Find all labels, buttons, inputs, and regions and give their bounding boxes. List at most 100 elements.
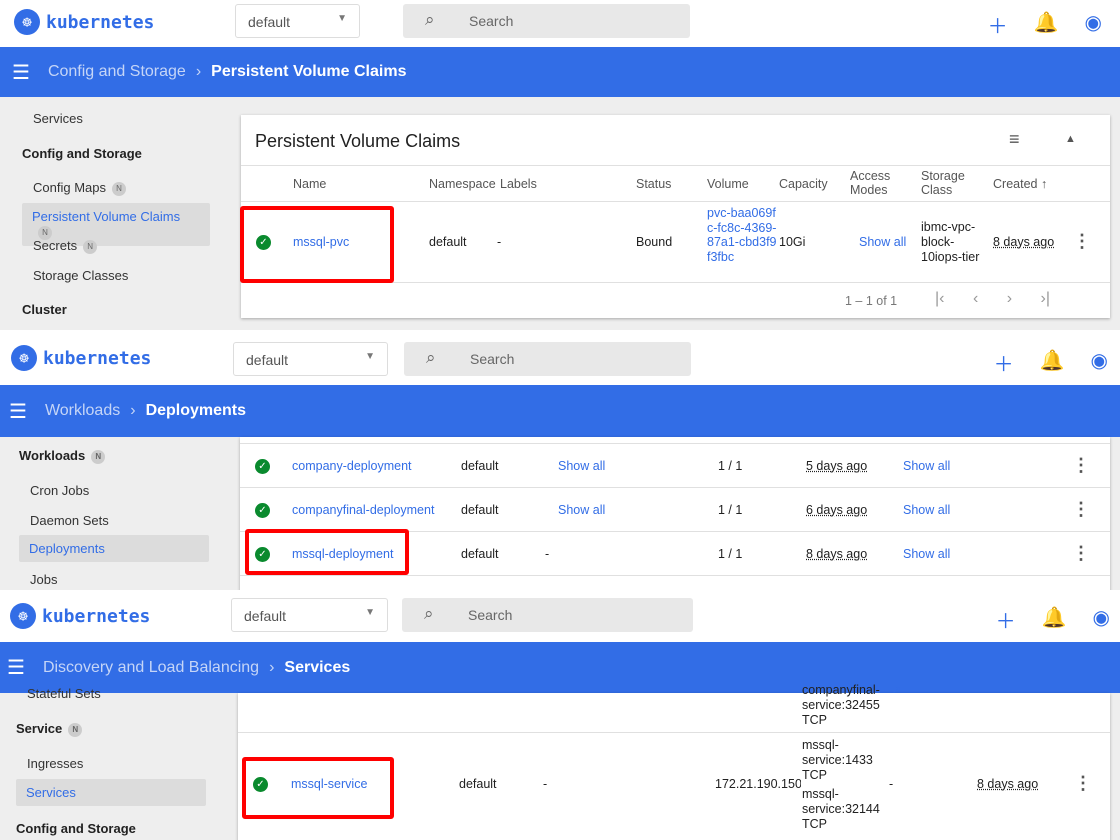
images-show-all[interactable]: Show all — [903, 547, 950, 561]
next-page-icon[interactable]: › — [1007, 290, 1012, 307]
search-input[interactable]: ⌕ Search — [403, 4, 690, 38]
more-vert-icon[interactable]: ⋮ — [1072, 543, 1090, 564]
namespace-value: default — [246, 352, 289, 368]
helm-wheel-icon: ☸ — [10, 603, 36, 629]
internal-endpoint: mssql-service:32144 TCP — [802, 787, 880, 831]
pagination-controls: |‹ ‹ › ›| — [935, 290, 1050, 308]
labels-show-all[interactable]: Show all — [558, 459, 605, 473]
column-header-capacity[interactable]: Capacity — [779, 177, 828, 191]
capacity-cell: 10Gi — [779, 235, 806, 249]
sidebar-heading-cluster[interactable]: Cluster — [22, 302, 67, 317]
sidebar-item-stateful-sets[interactable]: Stateful Sets — [27, 686, 101, 701]
breadcrumb-parent[interactable]: Workloads — [45, 402, 120, 420]
last-page-icon[interactable]: ›| — [1041, 290, 1050, 307]
sidebar-item-secrets[interactable]: Secrets N — [33, 238, 98, 254]
images-show-all[interactable]: Show all — [903, 459, 950, 473]
deployment-name-link[interactable]: companyfinal-deployment — [292, 503, 434, 517]
prev-page-icon[interactable]: ‹ — [973, 290, 978, 307]
card-title: Persistent Volume Claims — [255, 131, 461, 151]
menu-icon[interactable]: ☰ — [9, 399, 27, 424]
sidebar-heading-config-storage[interactable]: Config and Storage — [16, 821, 136, 836]
menu-icon[interactable]: ☰ — [12, 60, 30, 85]
chevron-right-icon: › — [269, 658, 275, 676]
sidebar-item-deployments[interactable]: Deployments — [19, 535, 209, 562]
external-endpoints-cell: - — [889, 777, 894, 791]
top-bar: ☸ kubernetes default ▼ ⌕ Search ＋ 🔔 ◉ — [0, 332, 1120, 385]
brand-name: kubernetes — [43, 347, 152, 369]
sidebar-heading-workloads[interactable]: Workloads N — [19, 448, 106, 464]
add-icon[interactable]: ＋ — [996, 605, 1016, 634]
pods-cell: 1 / 1 — [718, 459, 743, 473]
status-cell: Bound — [636, 235, 673, 249]
highlight-box — [242, 757, 394, 819]
created-cell: 8 days ago — [806, 547, 868, 561]
breadcrumb-current: Persistent Volume Claims — [211, 63, 407, 80]
search-placeholder: Search — [469, 13, 514, 29]
more-vert-icon[interactable]: ⋮ — [1074, 773, 1092, 794]
label: Service — [16, 721, 63, 736]
sidebar-item-storage-classes[interactable]: Storage Classes — [33, 268, 128, 283]
namespace-value: default — [248, 14, 291, 30]
column-header-status[interactable]: Status — [636, 177, 671, 191]
filter-icon[interactable]: ≡ — [1009, 129, 1020, 150]
namespace-select[interactable]: default ▼ — [233, 342, 388, 376]
sidebar-heading-service[interactable]: Service N — [16, 721, 83, 737]
kubernetes-logo[interactable]: ☸ kubernetes — [11, 345, 151, 371]
account-icon[interactable]: ◉ — [1091, 348, 1108, 377]
sidebar-item-services[interactable]: Services — [16, 779, 206, 806]
first-page-icon[interactable]: |‹ — [935, 290, 944, 307]
notifications-icon[interactable]: 🔔 — [1040, 348, 1065, 377]
namespace-cell: default — [461, 547, 499, 561]
volume-link[interactable]: pvc-baa069fc-fc8c-4369-87a1-cbd3f9f3fbc — [707, 206, 777, 264]
collapse-icon[interactable]: ▲ — [1065, 133, 1076, 145]
label: Persistent Volume Claims — [32, 209, 181, 224]
sidebar-item-services[interactable]: Services — [33, 111, 83, 126]
notifications-icon[interactable]: 🔔 — [1042, 605, 1067, 634]
breadcrumb: ☰ Workloads › Deployments — [0, 385, 1120, 437]
search-input[interactable]: ⌕ Search — [402, 598, 693, 632]
column-header-namespace[interactable]: Namespace — [429, 177, 496, 191]
deployment-name-link[interactable]: company-deployment — [292, 459, 412, 473]
divider — [240, 575, 1110, 576]
sidebar-item-ingresses[interactable]: Ingresses — [27, 756, 83, 771]
breadcrumb-parent[interactable]: Discovery and Load Balancing — [43, 659, 259, 677]
kubernetes-logo[interactable]: ☸ kubernetes — [14, 9, 154, 35]
column-header-created[interactable]: Created ↑ — [993, 177, 1047, 191]
pods-cell: 1 / 1 — [718, 547, 743, 561]
sidebar-item-daemon-sets[interactable]: Daemon Sets — [30, 513, 109, 528]
chevron-right-icon: › — [195, 63, 202, 80]
helm-wheel-icon: ☸ — [14, 9, 40, 35]
notifications-icon[interactable]: 🔔 — [1034, 10, 1059, 39]
divider — [240, 487, 1110, 488]
namespace-select[interactable]: default ▼ — [231, 598, 388, 632]
search-input[interactable]: ⌕ Search — [404, 342, 691, 376]
breadcrumb-current: Deployments — [145, 402, 247, 419]
open-external-icon[interactable]: ↗ — [892, 685, 900, 696]
labels-show-all[interactable]: Show all — [558, 503, 605, 517]
sidebar-heading-config-storage[interactable]: Config and Storage — [22, 146, 142, 161]
more-vert-icon[interactable]: ⋮ — [1072, 499, 1090, 520]
add-icon[interactable]: ＋ — [994, 348, 1014, 377]
access-modes-show-all[interactable]: Show all — [859, 235, 906, 249]
menu-icon[interactable]: ☰ — [7, 655, 25, 680]
highlight-box — [240, 206, 394, 283]
more-vert-icon[interactable]: ⋮ — [1073, 231, 1091, 252]
account-icon[interactable]: ◉ — [1093, 605, 1110, 634]
endpoint-cell: companyfinal-service:32455 TCP — [802, 683, 880, 727]
kubernetes-logo[interactable]: ☸ kubernetes — [10, 603, 150, 629]
column-header-storage-class[interactable]: Storage Class — [921, 169, 971, 197]
sidebar-item-jobs[interactable]: Jobs — [30, 572, 57, 587]
namespace-select[interactable]: default ▼ — [235, 4, 360, 38]
breadcrumb: ☰ Config and Storage › Persistent Volume … — [0, 47, 1120, 97]
add-icon[interactable]: ＋ — [988, 10, 1008, 39]
images-show-all[interactable]: Show all — [903, 503, 950, 517]
more-vert-icon[interactable]: ⋮ — [1072, 455, 1090, 476]
account-icon[interactable]: ◉ — [1085, 10, 1102, 39]
column-header-volume[interactable]: Volume — [707, 177, 749, 191]
column-header-name[interactable]: Name — [293, 177, 326, 191]
sidebar-item-config-maps[interactable]: Config Maps N — [33, 180, 126, 196]
chevron-right-icon: › — [130, 402, 136, 419]
services-screen: ☸ kubernetes default ▼ ⌕ Search ＋ 🔔 ◉ ☰ Disco… — [0, 590, 1120, 840]
breadcrumb-parent[interactable]: Config and Storage — [48, 63, 186, 81]
sidebar-item-cron-jobs[interactable]: Cron Jobs — [30, 483, 89, 498]
